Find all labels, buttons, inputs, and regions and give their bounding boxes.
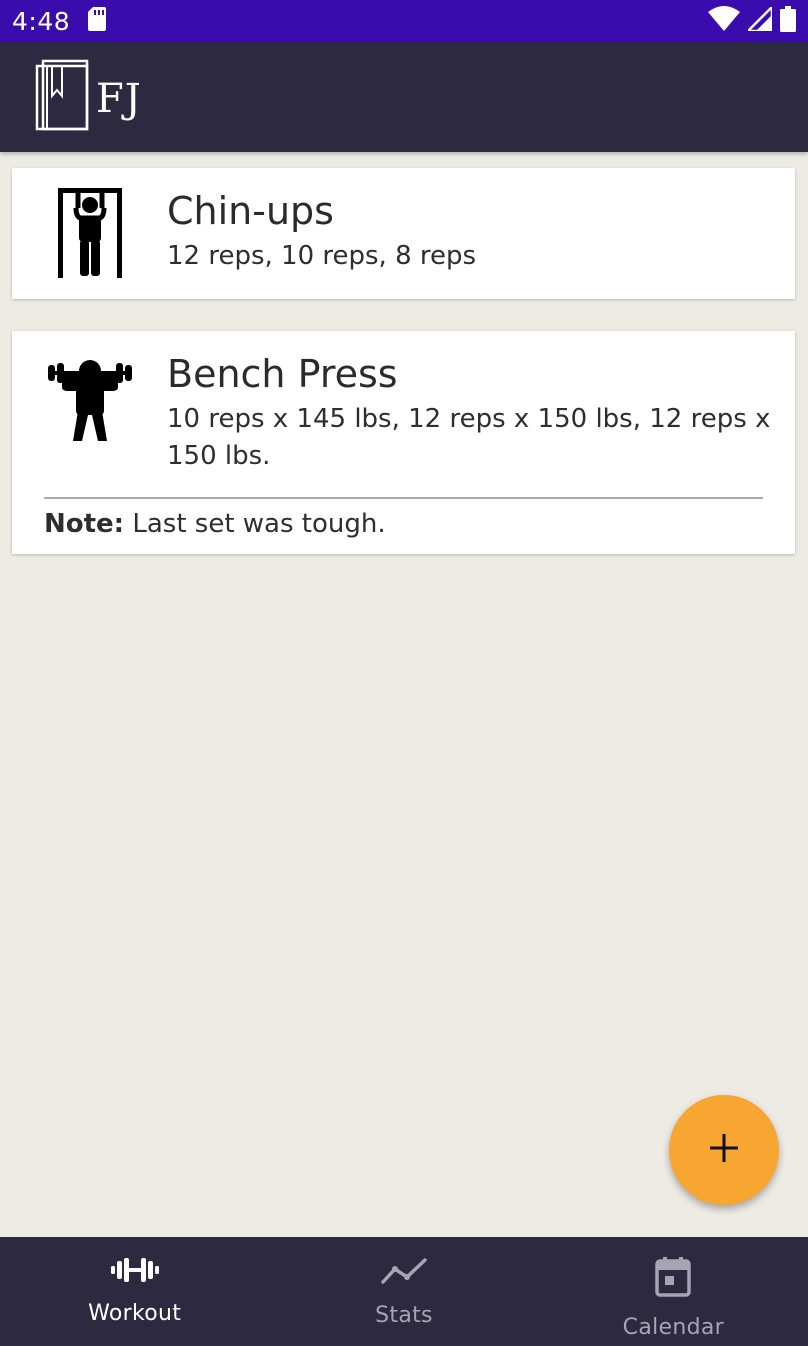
trend-line-icon [381,1257,427,1289]
nav-label-workout: Workout [88,1301,182,1326]
note-label: Note: [44,509,125,539]
dumbbell-press-figure-icon [46,349,134,445]
app-logo-text: FJ [96,76,142,122]
bottom-navigation: Workout Stats Calendar [0,1237,808,1346]
add-exercise-button[interactable] [669,1095,779,1205]
status-bar: 4:48 [0,0,808,42]
card-divider [44,497,763,499]
note-text: Last set was tough. [124,509,386,539]
nav-item-calendar[interactable]: Calendar [539,1237,808,1346]
exercise-name: Bench Press [167,352,398,396]
journal-book-icon [34,58,90,136]
chin-up-figure-icon [46,186,134,282]
exercise-note: Note: Last set was tough. [44,509,386,539]
sd-card-icon [88,7,107,35]
status-time: 4:48 [12,6,71,36]
nav-item-stats[interactable]: Stats [269,1237,538,1346]
plus-icon [709,1133,739,1167]
app-logo: FJ [34,58,142,136]
nav-label-stats: Stats [375,1303,433,1328]
exercise-sets: 10 reps x 145 lbs, 12 reps x 150 lbs, 12… [167,404,771,471]
calendar-icon [655,1257,692,1301]
exercise-sets: 12 reps, 10 reps, 8 reps [167,241,477,271]
app-bar: FJ [0,42,808,152]
wifi-icon [708,6,740,36]
battery-icon [780,6,796,36]
exercise-name: Chin-ups [167,189,334,233]
signal-icon [744,3,774,35]
exercise-card-bench-press[interactable]: Bench Press 10 reps x 145 lbs, 12 reps x… [12,331,795,554]
dumbbell-icon [110,1257,159,1287]
nav-label-calendar: Calendar [622,1315,724,1340]
exercise-card-chin-ups[interactable]: Chin-ups 12 reps, 10 reps, 8 reps [12,168,795,299]
nav-item-workout[interactable]: Workout [0,1237,269,1346]
workout-list: Chin-ups 12 reps, 10 reps, 8 reps Bench … [12,168,795,554]
